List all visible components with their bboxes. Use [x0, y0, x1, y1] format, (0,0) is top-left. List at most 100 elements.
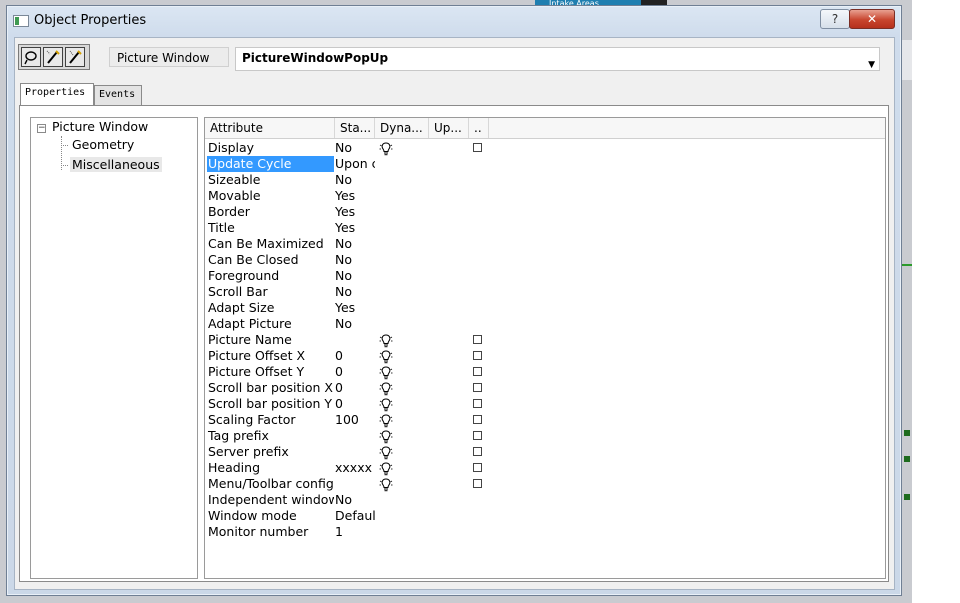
indirect-checkbox[interactable]: [473, 399, 482, 408]
collapse-icon[interactable]: −: [37, 124, 46, 133]
table-row[interactable]: Can Be Closed No: [205, 252, 885, 268]
table-row[interactable]: Display No: [205, 140, 885, 156]
static-value[interactable]: Yes: [335, 300, 375, 316]
static-value[interactable]: No: [335, 236, 375, 252]
static-value[interactable]: xxxxx: [335, 460, 375, 476]
column-header-update[interactable]: Up...: [429, 118, 469, 138]
tab-properties[interactable]: Properties: [20, 83, 94, 105]
indirect-checkbox[interactable]: [473, 431, 482, 440]
tab-events[interactable]: Events: [94, 85, 142, 105]
table-row[interactable]: Update Cycle Upon c: [205, 156, 885, 172]
table-row[interactable]: Picture Name: [205, 332, 885, 348]
table-row[interactable]: Scroll bar position X0: [205, 380, 885, 396]
tree-item-picture-window[interactable]: Picture Window: [52, 119, 148, 134]
indirect-checkbox[interactable]: [473, 447, 482, 456]
tree-item-geometry[interactable]: Geometry: [70, 137, 136, 152]
attribute-name[interactable]: Menu/Toolbar config: [207, 476, 334, 492]
table-row[interactable]: Independent window No: [205, 492, 885, 508]
static-value[interactable]: 0: [335, 396, 375, 412]
lightbulb-icon[interactable]: [379, 445, 393, 460]
attribute-name[interactable]: Update Cycle: [207, 156, 334, 172]
attribute-name[interactable]: Sizeable: [207, 172, 334, 188]
table-row[interactable]: Scaling Factor 100: [205, 412, 885, 428]
static-value[interactable]: [335, 476, 375, 492]
attribute-name[interactable]: Tag prefix: [207, 428, 334, 444]
chevron-down-icon[interactable]: ▼: [868, 55, 875, 75]
static-value[interactable]: Yes: [335, 204, 375, 220]
static-value[interactable]: Yes: [335, 188, 375, 204]
table-row[interactable]: Picture Offset X0: [205, 348, 885, 364]
column-header-static[interactable]: Sta...: [335, 118, 375, 138]
attribute-name[interactable]: Scroll Bar: [207, 284, 334, 300]
attribute-name[interactable]: Heading: [207, 460, 334, 476]
indirect-checkbox[interactable]: [473, 415, 482, 424]
lightbulb-icon[interactable]: [379, 429, 393, 444]
attribute-name[interactable]: Adapt Picture: [207, 316, 334, 332]
attribute-name[interactable]: Scaling Factor: [207, 412, 334, 428]
title-bar[interactable]: Object Properties ? ✕: [7, 6, 901, 36]
table-row[interactable]: Foreground No: [205, 268, 885, 284]
lightbulb-icon[interactable]: [379, 333, 393, 348]
static-value[interactable]: Yes: [335, 220, 375, 236]
static-value[interactable]: 100: [335, 412, 375, 428]
static-value[interactable]: Upon c: [335, 156, 375, 172]
table-row[interactable]: Sizeable No: [205, 172, 885, 188]
static-value[interactable]: No: [335, 252, 375, 268]
indirect-checkbox[interactable]: [473, 143, 482, 152]
column-header-indirect[interactable]: ..: [469, 118, 489, 138]
attribute-name[interactable]: Border: [207, 204, 334, 220]
indirect-checkbox[interactable]: [473, 383, 482, 392]
static-value[interactable]: [335, 428, 375, 444]
attribute-name[interactable]: Window mode: [207, 508, 334, 524]
static-value[interactable]: No: [335, 284, 375, 300]
indirect-checkbox[interactable]: [473, 463, 482, 472]
attribute-name[interactable]: Title: [207, 220, 334, 236]
attribute-name[interactable]: Picture Name: [207, 332, 334, 348]
attribute-name[interactable]: Picture Offset X: [207, 348, 334, 364]
tree-item-miscellaneous[interactable]: Miscellaneous: [70, 157, 162, 172]
help-button[interactable]: ?: [820, 9, 850, 29]
table-row[interactable]: Server prefix: [205, 444, 885, 460]
attribute-name[interactable]: Monitor number: [207, 524, 334, 540]
wand-icon[interactable]: [43, 47, 63, 67]
close-button[interactable]: ✕: [849, 9, 895, 29]
lightbulb-icon[interactable]: [379, 413, 393, 428]
table-row[interactable]: Scroll Bar No: [205, 284, 885, 300]
static-value[interactable]: Default: [335, 508, 375, 524]
table-row[interactable]: Monitor number 1: [205, 524, 885, 540]
indirect-checkbox[interactable]: [473, 367, 482, 376]
static-value[interactable]: 0: [335, 348, 375, 364]
attribute-name[interactable]: Server prefix: [207, 444, 334, 460]
table-row[interactable]: Menu/Toolbar config: [205, 476, 885, 492]
static-value[interactable]: 0: [335, 364, 375, 380]
attribute-name[interactable]: Display: [207, 140, 334, 156]
pin-icon[interactable]: [21, 47, 41, 67]
indirect-checkbox[interactable]: [473, 479, 482, 488]
static-value[interactable]: No: [335, 268, 375, 284]
table-row[interactable]: Adapt Size Yes: [205, 300, 885, 316]
brush-icon[interactable]: [65, 47, 85, 67]
lightbulb-icon[interactable]: [379, 365, 393, 380]
table-row[interactable]: Movable Yes: [205, 188, 885, 204]
static-value[interactable]: 1: [335, 524, 375, 540]
lightbulb-icon[interactable]: [379, 349, 393, 364]
attribute-name[interactable]: Can Be Closed: [207, 252, 334, 268]
lightbulb-icon[interactable]: [379, 461, 393, 476]
table-row[interactable]: Window modeDefault: [205, 508, 885, 524]
column-header-dynamic[interactable]: Dyna...: [375, 118, 429, 138]
lightbulb-icon[interactable]: [379, 381, 393, 396]
attribute-name[interactable]: Scroll bar position Y: [207, 396, 334, 412]
column-header-attribute[interactable]: Attribute: [205, 118, 335, 138]
table-row[interactable]: Title Yes: [205, 220, 885, 236]
lightbulb-icon[interactable]: [379, 141, 393, 156]
table-row[interactable]: Tag prefix: [205, 428, 885, 444]
table-row[interactable]: Heading xxxxx: [205, 460, 885, 476]
attribute-name[interactable]: Movable: [207, 188, 334, 204]
table-row[interactable]: Can Be Maximized No: [205, 236, 885, 252]
object-name-combobox[interactable]: PictureWindowPopUp ▼: [235, 47, 880, 71]
table-row[interactable]: Scroll bar position Y0: [205, 396, 885, 412]
static-value[interactable]: No: [335, 140, 375, 156]
attribute-name[interactable]: Adapt Size: [207, 300, 334, 316]
table-row[interactable]: Adapt Picture No: [205, 316, 885, 332]
static-value[interactable]: 0: [335, 380, 375, 396]
